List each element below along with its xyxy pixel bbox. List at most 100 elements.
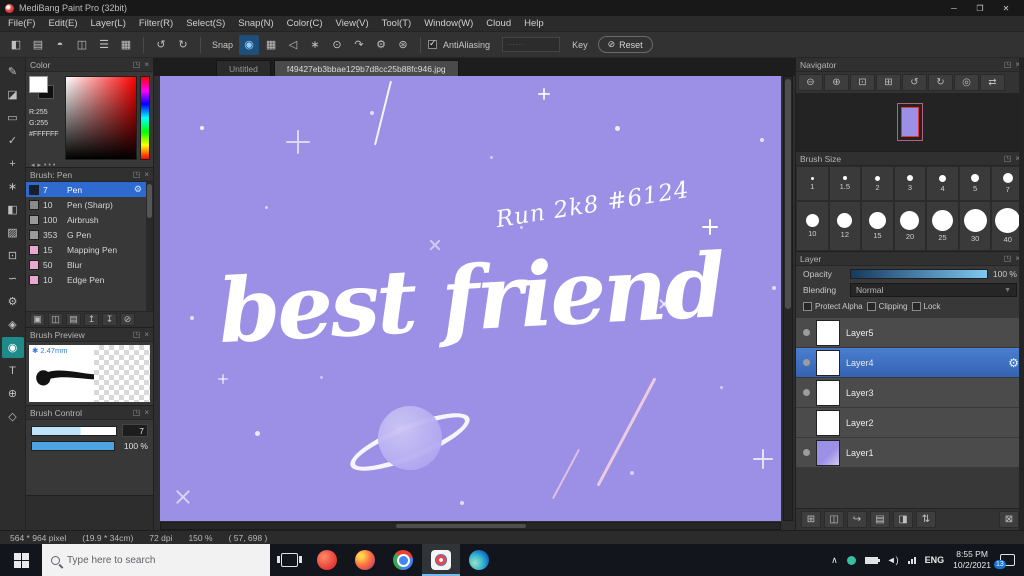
brush-size-option[interactable]: 4 [926,166,959,201]
taskbar-search[interactable]: Type here to search [42,544,270,576]
marquee-tool[interactable]: ▭ [2,107,24,128]
float-panel-icon[interactable]: ◳ [133,60,141,69]
tab-untitled[interactable]: Untitled [216,60,271,76]
layer-row-layer2[interactable]: Layer2 [796,408,1024,438]
taskbar-app-medibang[interactable] [422,544,460,576]
rotate-right-icon[interactable]: ↻ [928,74,953,91]
brush-size-option[interactable]: 25 [926,201,959,251]
merge-layer-icon[interactable]: ⇅ [916,511,936,528]
close-panel-icon[interactable]: × [144,408,149,417]
brush-item-pen[interactable]: 7 Pen ⚙ [26,182,153,197]
restore-button[interactable]: ❐ [967,0,993,16]
float-panel-icon[interactable]: ◳ [1004,154,1012,163]
navigator-preview[interactable] [796,93,1024,151]
brush-size-option[interactable]: 2 [861,166,894,201]
menu-cloud[interactable]: Cloud [486,18,511,29]
close-panel-icon[interactable]: × [144,170,149,179]
speaker-icon[interactable]: ◄) [887,555,899,565]
list-icon[interactable]: ☰ [94,35,114,55]
float-panel-icon[interactable]: ◳ [1004,254,1012,263]
language-indicator[interactable]: ENG [925,555,945,565]
snap-settings-icon[interactable]: ⚙ [371,35,391,55]
menu-view[interactable]: View(V) [336,18,369,29]
clipping-checkbox[interactable] [866,302,876,311]
minimize-button[interactable]: ─ [941,0,967,16]
menu-layer[interactable]: Layer(L) [91,18,126,29]
material-icon[interactable]: ◨ [893,511,913,528]
foreground-color-swatch[interactable] [29,76,48,93]
menu-color[interactable]: Color(C) [287,18,323,29]
layer-row-layer4[interactable]: Layer4 ⚙ [796,348,1024,378]
brush-size-option[interactable]: 20 [893,201,927,251]
brush-size-option[interactable]: 3 [893,166,927,201]
protect-alpha-checkbox[interactable] [803,302,812,311]
blending-dropdown[interactable]: Normal ▼ [850,283,1017,297]
taskbar-app-firefox[interactable] [346,544,384,576]
clipboard-icon[interactable]: ▤ [28,35,48,55]
operation-tool[interactable]: ⚙ [2,291,24,312]
close-panel-icon[interactable]: × [144,60,149,69]
brush-size-option[interactable]: 1 [796,166,829,201]
magic-wand-tool[interactable]: ∗ [2,176,24,197]
brush-opacity-slider[interactable] [31,441,115,451]
brush-item-mapping-pen[interactable]: 15 Mapping Pen [26,242,153,257]
bucket-tool[interactable]: ◧ [2,199,24,220]
delete-layer-icon[interactable]: ⊠ [999,511,1019,528]
menu-select[interactable]: Select(S) [186,18,225,29]
palette-icon[interactable]: ◧ [6,35,26,55]
actual-size-icon[interactable]: ⊞ [876,74,901,91]
rotate-left-icon[interactable]: ↺ [902,74,927,91]
pen-tool[interactable]: ✎ [2,61,24,82]
eraser-tool[interactable]: ◪ [2,84,24,105]
float-panel-icon[interactable]: ◳ [1004,60,1012,69]
layer-opacity-slider[interactable] [850,269,988,279]
brush-item-blur[interactable]: 50 Blur [26,257,153,272]
brush-size-slider[interactable] [31,425,117,436]
brush-size-value[interactable]: 7 [122,424,148,437]
snap-curve-icon[interactable]: ↷ [349,35,369,55]
layer-visibility-icon[interactable] [803,449,810,456]
panels-toggle-icon[interactable]: ◫ [72,35,92,55]
snap-cross-icon[interactable]: ∗ [305,35,325,55]
reset-button[interactable]: ⊘ Reset [597,36,653,53]
lasso-tool[interactable]: ∽ [2,268,24,289]
add-brush-icon[interactable]: ▣ [30,313,45,326]
lock-checkbox[interactable] [911,302,921,311]
menu-help[interactable]: Help [524,18,544,29]
close-button[interactable]: ✕ [993,0,1019,16]
brush-size-option[interactable]: 1.5 [828,166,862,201]
menu-tool[interactable]: Tool(T) [382,18,412,29]
layer-settings-icon[interactable]: ⚙ [1008,356,1019,370]
brush-item-edge-pen[interactable]: 10 Edge Pen [26,272,153,287]
antialiasing-checkbox[interactable] [428,38,438,49]
delete-brush-icon[interactable]: ⊘ [120,313,135,326]
snap-check-tool[interactable]: ✓ [2,130,24,151]
layer-visibility-icon[interactable] [803,389,810,396]
gradient-tool[interactable]: ▨ [2,222,24,243]
brush-item-pen-sharp[interactable]: 10 Pen (Sharp) [26,197,153,212]
pan-tool[interactable]: ◇ [2,406,24,427]
brush-item-gpen[interactable]: 353 G Pen [26,227,153,242]
menu-file[interactable]: File(F) [8,18,35,29]
start-button[interactable] [0,544,42,576]
duplicate-brush-icon[interactable]: ◫ [48,313,63,326]
redo-button[interactable]: ↻ [173,35,193,55]
brush-folder-icon[interactable]: ▤ [66,313,81,326]
move-tool[interactable]: + [2,153,24,174]
canvas[interactable]: Run 2k8 #6124 best friend [160,76,781,521]
layer-visibility-icon[interactable] [803,329,810,336]
brush-up-icon[interactable]: ↥ [84,313,99,326]
grid-icon[interactable]: ▦ [116,35,136,55]
close-panel-icon[interactable]: × [144,330,149,339]
pen-mask-tool[interactable]: ◈ [2,314,24,335]
layer-row-layer1[interactable]: Layer1 [796,438,1024,468]
float-panel-icon[interactable]: ◳ [133,330,141,339]
tray-app-icon[interactable] [846,555,856,565]
hue-slider[interactable] [140,76,150,160]
snap-radial-icon[interactable]: ⊛ [393,35,413,55]
fit-view-icon[interactable]: ⊡ [850,74,875,91]
menu-window[interactable]: Window(W) [424,18,473,29]
taskbar-app-edge[interactable] [460,544,498,576]
float-panel-icon[interactable]: ◳ [133,170,141,179]
zoom-out-icon[interactable]: ⊖ [798,74,823,91]
